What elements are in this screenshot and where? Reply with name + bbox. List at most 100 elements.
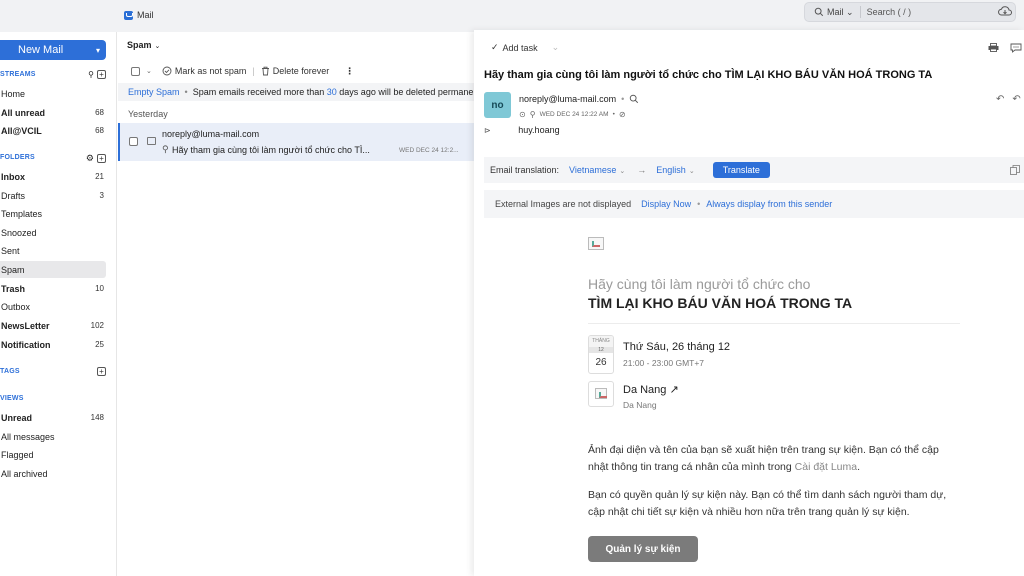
avatar[interactable]: no xyxy=(484,92,511,118)
reply-icon[interactable]: ↶ xyxy=(996,94,1004,105)
email-headline-title: TÌM LẠI KHO BÁU VĂN HOÁ TRONG TA xyxy=(588,295,853,311)
sidebar-item-all-messages[interactable]: All messages xyxy=(0,428,106,445)
sidebar-item-home[interactable]: Home xyxy=(0,85,106,102)
empty-spam-link[interactable]: Empty Spam xyxy=(128,87,180,97)
sidebar-item-flagged[interactable]: Flagged xyxy=(0,446,106,463)
sidebar-item-trash[interactable]: Trash 10 xyxy=(0,280,106,297)
item-count: 3 xyxy=(99,191,104,200)
attachment-icon: ⚲ xyxy=(529,110,536,119)
sidebar-item-label: All archived xyxy=(1,468,48,479)
notice-text-end: days ago will be deleted permanently xyxy=(339,87,474,97)
search-scope-dropdown[interactable]: Mail ⌄ xyxy=(827,7,854,18)
add-task-button[interactable]: ✓ Add task ⌄ xyxy=(491,42,559,53)
external-images-bar: External Images are not displayed Displa… xyxy=(484,190,1024,218)
sidebar-item-inbox[interactable]: Inbox 21 xyxy=(0,168,106,185)
sidebar-item-label: All@VCIL xyxy=(1,125,42,136)
paragraph-text: Ảnh đại diện và tên của bạn sẽ xuất hiện… xyxy=(588,444,939,473)
message-row[interactable]: noreply@luma-mail.com ⚲ Hãy tham gia cùn… xyxy=(118,123,474,161)
unread-count: 21 xyxy=(95,172,104,181)
external-images-text: External Images are not displayed xyxy=(495,199,632,209)
app-tab-mail[interactable]: Mail xyxy=(124,10,154,20)
app-tab-label: Mail xyxy=(137,10,154,20)
gear-icon[interactable]: ⚙ xyxy=(86,153,94,164)
cloud-download-icon[interactable] xyxy=(998,5,1012,17)
sidebar-item-label: Inbox xyxy=(1,171,25,182)
unread-count: 148 xyxy=(90,413,104,422)
sidebar-item-unread[interactable]: Unread 148 xyxy=(0,409,106,426)
new-mail-button[interactable]: New Mail ▾ xyxy=(0,40,106,60)
chevron-down-icon: ⌄ xyxy=(846,6,854,17)
sidebar-item-all-vcil[interactable]: All@VCIL 68 xyxy=(0,122,106,139)
spam-notice-bar: Empty Spam • Spam emails received more t… xyxy=(118,83,474,101)
calendar-date-card: THÁNG 12 26 xyxy=(588,335,614,374)
sidebar-item-label: Home xyxy=(1,88,26,99)
folder-title-dropdown[interactable]: Spam ⌄ xyxy=(127,40,160,50)
recipient-name[interactable]: huy.hoang xyxy=(518,125,559,135)
display-now-link[interactable]: Display Now xyxy=(641,199,691,209)
sidebar-item-label: Templates xyxy=(1,208,43,219)
attachment-icon: ⚲ xyxy=(162,144,169,154)
select-all-checkbox[interactable] xyxy=(131,66,140,76)
message-checkbox[interactable] xyxy=(129,137,138,146)
sidebar-item-label: Trash xyxy=(1,283,26,294)
search-input[interactable]: Search ( / ) xyxy=(867,7,912,17)
mark-not-spam-button[interactable]: Mark as not spam xyxy=(162,66,246,76)
sidebar-item-sent[interactable]: Sent xyxy=(0,242,106,259)
sidebar-item-spam[interactable]: Spam xyxy=(0,261,106,278)
notice-days: 30 xyxy=(326,87,337,97)
new-mail-label: New Mail xyxy=(18,44,64,56)
sidebar-item-label: Drafts xyxy=(1,190,26,201)
print-icon[interactable] xyxy=(988,43,999,52)
add-stream-icon[interactable]: + xyxy=(97,70,106,79)
sidebar-item-all-archived[interactable]: All archived xyxy=(0,465,106,482)
tag-icon[interactable]: ⊘ xyxy=(619,110,626,119)
expand-recipients-icon[interactable]: ⊳ xyxy=(484,126,491,135)
manage-event-button[interactable]: Quản lý sự kiện xyxy=(588,536,698,562)
delete-forever-button[interactable]: Delete forever xyxy=(261,66,329,76)
header-image-placeholder xyxy=(588,237,604,250)
sidebar-item-notification[interactable]: Notification 25 xyxy=(0,336,106,353)
sidebar-item-drafts[interactable]: Drafts 3 xyxy=(0,187,106,204)
location-image xyxy=(588,381,614,407)
copy-icon[interactable] xyxy=(1010,165,1020,175)
add-task-label: Add task xyxy=(502,42,538,53)
more-options-icon[interactable]: ⋮ xyxy=(345,66,354,77)
event-location-sub: Da Nang xyxy=(623,400,657,410)
email-subject: Hãy tham gia cùng tôi làm người tổ chức … xyxy=(484,69,933,81)
search-icon[interactable] xyxy=(629,94,639,104)
unread-count: 68 xyxy=(95,108,104,117)
sidebar-item-outbox[interactable]: Outbox xyxy=(0,298,106,315)
source-language-select[interactable]: Vietnamese ⌄ xyxy=(569,165,625,175)
sidebar-item-snoozed[interactable]: Snoozed xyxy=(0,224,106,241)
search-divider xyxy=(859,6,861,18)
sidebar-item-newsletter[interactable]: NewsLetter 102 xyxy=(0,317,106,334)
list-toolbar: ⌄ Mark as not spam | Delete forever ⋮ xyxy=(118,62,474,80)
luma-settings-link[interactable]: Cài đặt Luma xyxy=(795,461,857,473)
add-folder-icon[interactable]: + xyxy=(97,154,106,163)
check-circle-icon xyxy=(162,66,172,76)
chevron-down-icon: ⌄ xyxy=(688,168,695,175)
event-date: Thứ Sáu, 26 tháng 12 xyxy=(623,341,731,353)
notice-text: Spam emails received more than xyxy=(192,87,325,97)
search-scope-label: Mail xyxy=(827,6,844,17)
top-bar: Mail Mail ⌄ Search ( / ) xyxy=(0,0,1024,32)
event-location-link[interactable]: Da Nang ↗ xyxy=(623,383,679,396)
translate-button[interactable]: Translate xyxy=(712,162,770,178)
add-tag-icon[interactable]: + xyxy=(97,367,106,376)
filter-icon[interactable]: ⚲ xyxy=(88,70,94,79)
folders-header: FOLDERS xyxy=(0,154,35,161)
chevron-down-icon[interactable]: ▾ xyxy=(96,46,100,55)
unread-count: 25 xyxy=(95,340,104,349)
sidebar-item-templates[interactable]: Templates xyxy=(0,205,106,222)
extra-action-icon[interactable]: ⌄ xyxy=(552,42,560,53)
always-display-link[interactable]: Always display from this sender xyxy=(706,199,832,209)
target-icon[interactable]: ⊙ xyxy=(519,110,526,119)
chevron-down-icon[interactable]: ⌄ xyxy=(146,67,152,75)
search-box[interactable]: Mail ⌄ Search ( / ) xyxy=(804,2,1016,22)
reply-all-icon[interactable]: ↶ xyxy=(1012,94,1020,105)
sidebar-item-all-unread[interactable]: All unread 68 xyxy=(0,104,106,121)
sender-email[interactable]: noreply@luma-mail.com xyxy=(519,94,616,104)
comment-icon[interactable] xyxy=(1010,43,1022,53)
email-paragraph-1: Ảnh đại diện và tên của bạn sẽ xuất hiện… xyxy=(588,444,939,473)
target-language-select[interactable]: English ⌄ xyxy=(656,165,694,175)
